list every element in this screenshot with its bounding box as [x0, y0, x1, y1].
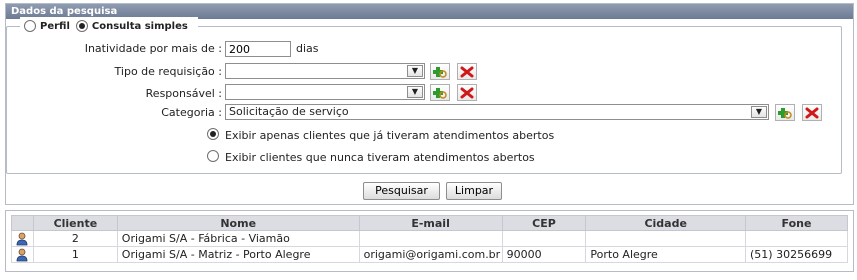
cliente-cell: 1: [32, 246, 118, 263]
fone-cell: [745, 230, 848, 247]
column-header-cidade[interactable]: Cidade: [585, 215, 747, 231]
row-icon-cell: [11, 230, 34, 247]
mode-selector: Perfil Consulta simples: [20, 17, 198, 35]
add-search-icon: [778, 107, 792, 119]
email-cell: [358, 230, 503, 247]
radio-consulta-simples[interactable]: [75, 20, 88, 32]
email-cell: origami@origami.com.br: [358, 246, 503, 263]
radio-exibir-sem-atendimentos[interactable]: [207, 150, 219, 162]
results-panel: Cliente Nome E-mail CEP Cidade Fone 2 Or…: [5, 210, 854, 272]
clear-button[interactable]: Limpar: [446, 182, 502, 200]
remove-icon: [805, 107, 819, 118]
inatividade-label: Inatividade por mais de :: [84, 42, 222, 55]
fone-cell: (51) 30256699: [745, 246, 848, 263]
chevron-down-icon: ▼: [407, 86, 423, 98]
add-tipo-requisicao-button[interactable]: [430, 63, 450, 80]
cidade-cell: Porto Alegre: [585, 246, 747, 263]
user-icon[interactable]: [15, 232, 29, 246]
remove-responsavel-button[interactable]: [457, 84, 477, 101]
remove-tipo-requisicao-button[interactable]: [457, 63, 477, 80]
responsavel-select[interactable]: ▼: [225, 84, 425, 100]
categoria-label: Categoria :: [161, 106, 222, 119]
add-search-icon: [433, 66, 447, 78]
radio-exibir-com-atendimentos-label: Exibir apenas clientes que já tiveram at…: [225, 129, 555, 142]
nome-cell: Origami S/A - Matriz - Porto Alegre: [116, 246, 360, 263]
table-row[interactable]: 1 Origami S/A - Matriz - Porto Alegre or…: [11, 246, 848, 263]
cidade-cell: [585, 230, 747, 247]
column-header-email[interactable]: E-mail: [358, 215, 503, 231]
column-header-nome[interactable]: Nome: [116, 215, 360, 231]
radio-exibir-sem-atendimentos-label: Exibir clientes que nunca tiveram atendi…: [225, 151, 535, 164]
nome-cell: Origami S/A - Fábrica - Viamão: [116, 230, 360, 247]
remove-categoria-button[interactable]: [802, 104, 822, 121]
add-search-icon: [433, 87, 447, 99]
table-row[interactable]: 2 Origami S/A - Fábrica - Viamão: [11, 230, 848, 247]
row-icon-cell: [11, 246, 34, 263]
responsavel-label: Responsável :: [145, 87, 222, 100]
radio-exibir-com-atendimentos[interactable]: [207, 128, 219, 140]
cep-cell: [501, 230, 587, 247]
add-categoria-button[interactable]: [775, 104, 795, 121]
chevron-down-icon: ▼: [407, 65, 423, 77]
search-button[interactable]: Pesquisar: [363, 182, 440, 200]
user-icon[interactable]: [15, 248, 29, 262]
tipo-requisicao-select[interactable]: ▼: [225, 63, 425, 79]
cep-cell: 90000: [501, 246, 587, 263]
radio-consulta-simples-label: Consulta simples: [91, 20, 188, 32]
add-responsavel-button[interactable]: [430, 84, 450, 101]
column-header-fone[interactable]: Fone: [745, 215, 848, 231]
inatividade-suffix: dias: [296, 42, 319, 55]
radio-perfil[interactable]: [24, 20, 36, 32]
categoria-select[interactable]: Solicitação de serviço ▼: [225, 104, 769, 120]
remove-icon: [460, 66, 474, 77]
tipo-requisicao-label: Tipo de requisição :: [114, 65, 222, 78]
icon-column-header: [11, 215, 34, 231]
inatividade-input[interactable]: [225, 41, 291, 57]
remove-icon: [460, 87, 474, 98]
column-header-cliente[interactable]: Cliente: [32, 215, 118, 231]
radio-perfil-label: Perfil: [40, 20, 70, 32]
results-table: Cliente Nome E-mail CEP Cidade Fone 2 Or…: [11, 215, 848, 263]
cliente-cell: 2: [32, 230, 118, 247]
chevron-down-icon: ▼: [751, 106, 767, 118]
categoria-value: Solicitação de serviço: [229, 105, 349, 118]
column-header-cep[interactable]: CEP: [501, 215, 587, 231]
